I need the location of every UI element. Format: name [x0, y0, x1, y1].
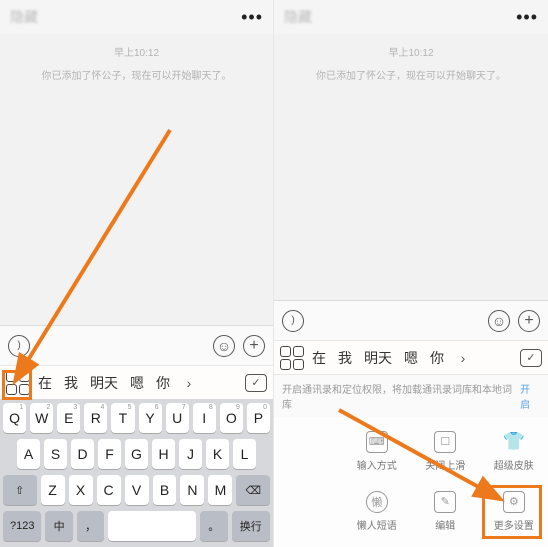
grid-icon[interactable]	[280, 346, 304, 370]
candidate-word[interactable]: 嗯	[126, 373, 148, 393]
key-b[interactable]: B	[153, 475, 177, 505]
key-g[interactable]: G	[125, 439, 148, 469]
chat-title: 隐藏	[284, 7, 312, 27]
settings-item-input-method[interactable]: ⌨ 输入方式	[343, 421, 412, 481]
system-message: 你已添加了怀公子，现在可以开始聊天了。	[316, 67, 506, 82]
plus-circle-icon[interactable]	[243, 335, 265, 357]
edit-icon: ✎	[434, 491, 456, 513]
swipe-icon: ☐	[434, 431, 456, 453]
key-a[interactable]: A	[17, 439, 40, 469]
more-horizontal-icon[interactable]: •••	[241, 7, 263, 28]
candidate-word[interactable]: 明天	[86, 373, 122, 393]
input-bar	[0, 325, 273, 365]
key-h[interactable]: H	[152, 439, 175, 469]
smile-icon[interactable]	[488, 310, 510, 332]
chat-header: 隐藏 •••	[0, 0, 273, 34]
key-z[interactable]: Z	[41, 475, 65, 505]
chat-area: 早上10:12 你已添加了怀公子，现在可以开始聊天了。	[0, 34, 273, 325]
left-panel: 隐藏 ••• 早上10:12 你已添加了怀公子，现在可以开始聊天了。 在 我 明…	[0, 0, 274, 547]
key-p[interactable]: P0	[247, 403, 270, 433]
candidate-word[interactable]: 你	[426, 348, 448, 368]
chevron-icon[interactable]: ›	[178, 374, 200, 392]
settings-item-quick-phrase[interactable]: 懒 懒人短语	[343, 481, 412, 541]
key-d[interactable]: D	[71, 439, 94, 469]
chat-header: 隐藏 •••	[274, 0, 548, 34]
key-e[interactable]: E3	[57, 403, 80, 433]
key-y[interactable]: Y6	[139, 403, 162, 433]
settings-grid: ⌨ 输入方式 ☐ 关闭上滑 👕 超级皮肤 懒 懒人短语 ✎ 编辑 ⚙	[274, 417, 548, 547]
smile-icon[interactable]	[213, 335, 235, 357]
chevron-icon[interactable]: ›	[452, 349, 474, 367]
hint-action[interactable]: 开启	[520, 381, 540, 411]
check-list-icon[interactable]: ✓	[520, 349, 542, 367]
key-o[interactable]: O9	[220, 403, 243, 433]
candidate-word[interactable]: 在	[34, 373, 56, 393]
candidate-word[interactable]: 我	[60, 373, 82, 393]
keyboard-icon: ⌨	[366, 431, 388, 453]
candidate-word[interactable]: 我	[334, 348, 356, 368]
chat-area: 早上10:12 你已添加了怀公子，现在可以开始聊天了。	[274, 34, 548, 300]
key-k[interactable]: K	[206, 439, 229, 469]
key-w[interactable]: W2	[30, 403, 53, 433]
kb-row-4: ?123 中 ， 。 换行	[3, 511, 270, 541]
candidate-row: 在 我 明天 嗯 你 › ✓	[274, 340, 548, 374]
key-space[interactable]	[108, 511, 196, 541]
keyboard: Q1 W2 E3 R4 T5 Y6 U7 I8 O9 P0 A S D F G …	[0, 399, 273, 547]
system-message: 你已添加了怀公子，现在可以开始聊天了。	[42, 67, 232, 82]
chat-time: 早上10:12	[114, 44, 159, 59]
sound-icon[interactable]	[282, 310, 304, 332]
key-backspace[interactable]: ⌫	[236, 475, 270, 505]
kb-row-3: ⇧ Z X C V B N M ⌫	[3, 475, 270, 505]
key-period[interactable]: 。	[200, 511, 227, 541]
key-r[interactable]: R4	[84, 403, 107, 433]
key-i[interactable]: I8	[193, 403, 216, 433]
settings-item-close-swipe[interactable]: ☐ 关闭上滑	[411, 421, 480, 481]
gear-icon: ⚙	[503, 491, 525, 513]
candidate-row: 在 我 明天 嗯 你 › ✓	[0, 365, 273, 399]
key-m[interactable]: M	[208, 475, 232, 505]
input-bar	[274, 300, 548, 340]
kb-row-2: A S D F G H J K L	[3, 439, 270, 469]
key-enter[interactable]: 换行	[232, 511, 270, 541]
key-x[interactable]: X	[69, 475, 93, 505]
key-lang[interactable]: 中	[45, 511, 72, 541]
key-shift[interactable]: ⇧	[3, 475, 37, 505]
key-comma[interactable]: ，	[77, 511, 104, 541]
key-t[interactable]: T5	[111, 403, 134, 433]
quick-phrase-icon: 懒	[366, 491, 388, 513]
key-l[interactable]: L	[233, 439, 256, 469]
key-q[interactable]: Q1	[3, 403, 26, 433]
more-horizontal-icon[interactable]: •••	[516, 7, 538, 28]
settings-item-more-settings[interactable]: ⚙ 更多设置	[480, 481, 548, 541]
plus-circle-icon[interactable]	[518, 310, 540, 332]
tshirt-icon: 👕	[503, 431, 525, 453]
chat-time: 早上10:12	[388, 44, 433, 59]
key-num[interactable]: ?123	[3, 511, 41, 541]
settings-item-edit[interactable]: ✎ 编辑	[411, 481, 480, 541]
key-f[interactable]: F	[98, 439, 121, 469]
key-v[interactable]: V	[125, 475, 149, 505]
right-panel: 隐藏 ••• 早上10:12 你已添加了怀公子，现在可以开始聊天了。 在 我 明…	[274, 0, 548, 547]
candidate-word[interactable]: 嗯	[400, 348, 422, 368]
hint-text: 开启通讯录和定位权限，将加载通讯录词库和本地词库	[282, 381, 520, 411]
sound-icon[interactable]	[8, 335, 30, 357]
candidate-word[interactable]: 在	[308, 348, 330, 368]
candidate-word[interactable]: 你	[152, 373, 174, 393]
key-s[interactable]: S	[44, 439, 67, 469]
chat-title: 隐藏	[10, 7, 38, 27]
key-j[interactable]: J	[179, 439, 202, 469]
settings-hint: 开启通讯录和定位权限，将加载通讯录词库和本地词库 开启	[274, 374, 548, 417]
candidate-word[interactable]: 明天	[360, 348, 396, 368]
check-list-icon[interactable]: ✓	[245, 374, 267, 392]
key-c[interactable]: C	[97, 475, 121, 505]
kb-row-1: Q1 W2 E3 R4 T5 Y6 U7 I8 O9 P0	[3, 403, 270, 433]
settings-item-super-skin[interactable]: 👕 超级皮肤	[480, 421, 548, 481]
key-u[interactable]: U7	[166, 403, 189, 433]
grid-icon[interactable]	[6, 371, 30, 395]
key-n[interactable]: N	[180, 475, 204, 505]
